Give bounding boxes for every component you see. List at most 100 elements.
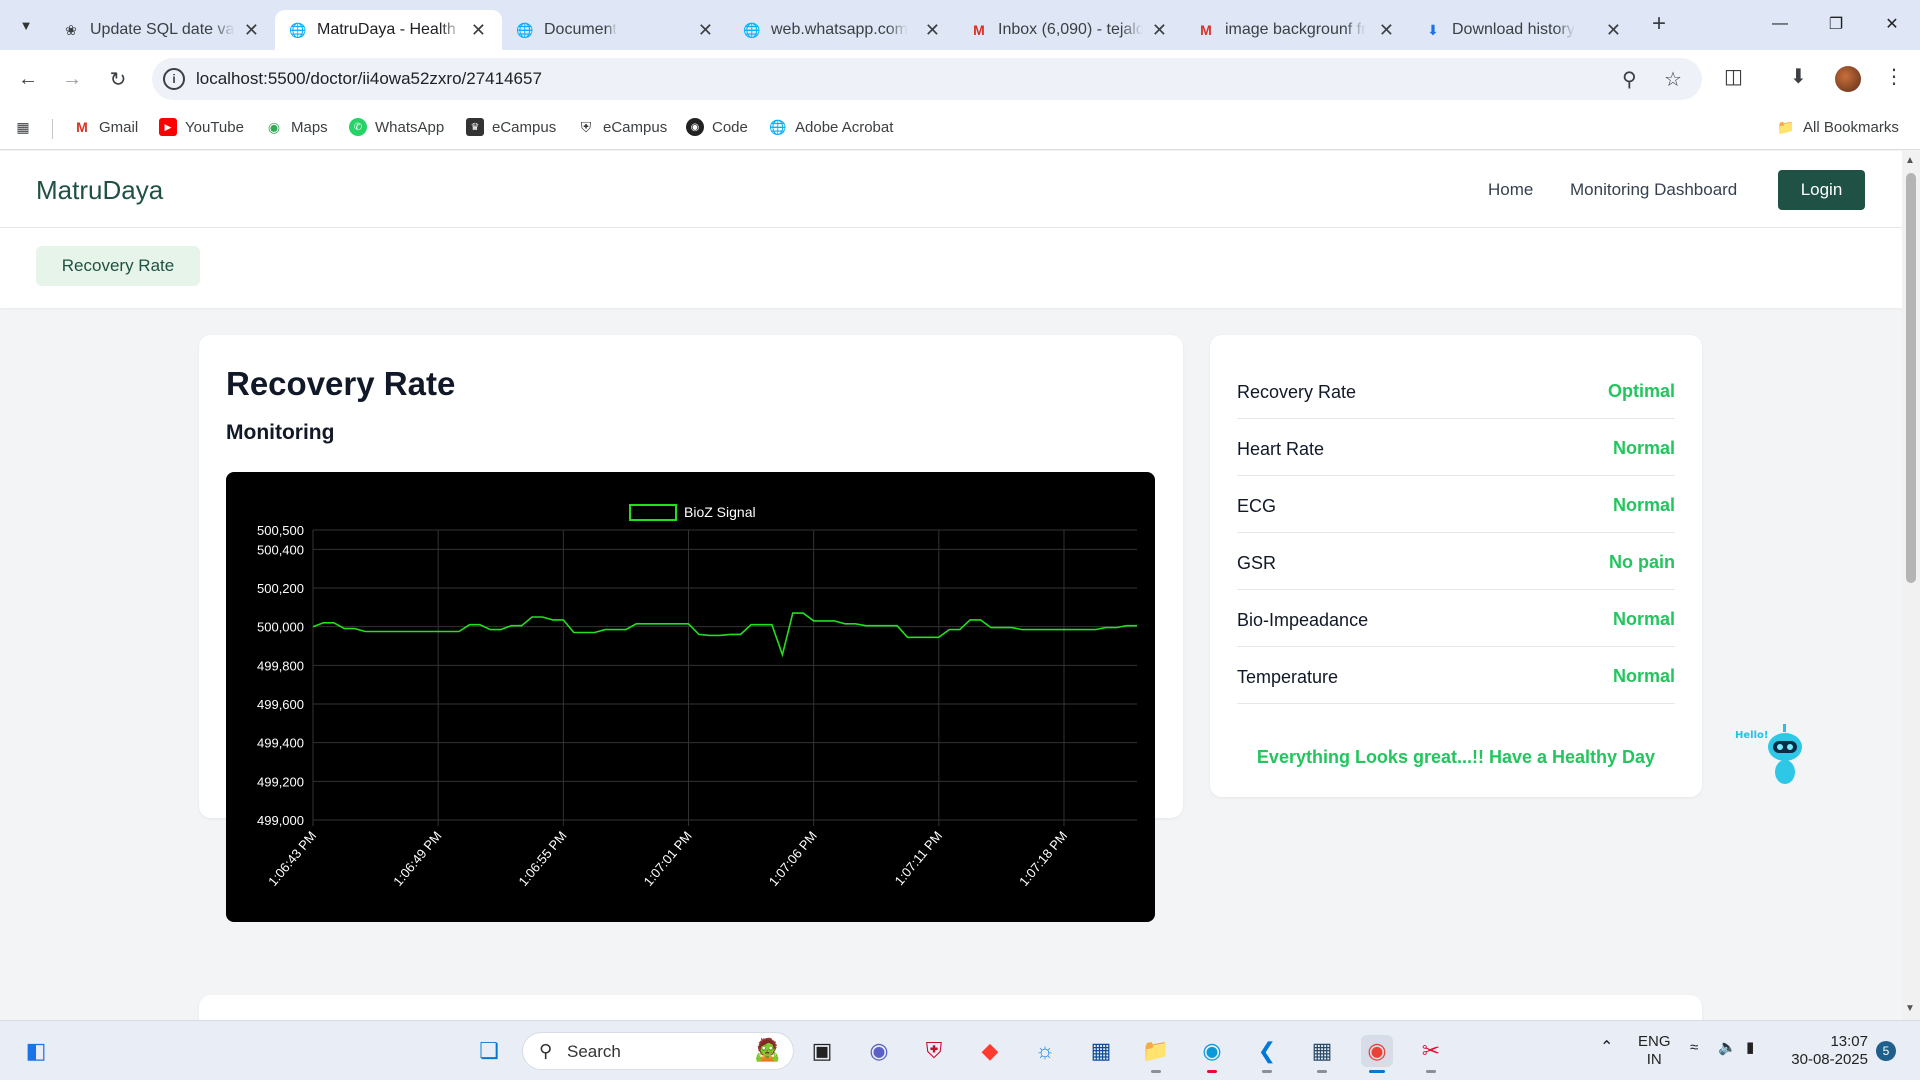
card-subtitle: Monitoring [226,421,335,444]
nav-home[interactable]: Home [1488,180,1533,200]
address-bar[interactable]: i localhost:5500/doctor/ii4owa52zxro/274… [152,58,1702,100]
tray-overflow-icon[interactable]: ⌃ [1600,1039,1613,1057]
x-tick-label: 1:06:55 PM [515,828,569,889]
wifi-icon[interactable]: ≈ [1690,1039,1698,1057]
bookmark-code[interactable]: ◉ Code [686,118,748,136]
bookmark-ecampus-1[interactable]: ♛ eCampus [466,118,556,136]
status-value: No pain [1609,552,1675,572]
y-tick-label: 500,500 [257,523,304,538]
divider [52,119,53,139]
bookmark-ecampus-2[interactable]: ⛨ eCampus [577,118,667,136]
site-navbar: MatruDaya Home Monitoring Dashboard Logi… [0,151,1902,228]
download-icon[interactable]: ⬇ [1790,64,1807,89]
tab-matrudaya[interactable]: 🌐 MatruDaya - Health D ✕ [275,10,502,50]
bookmark-gmail[interactable]: M Gmail [73,118,138,136]
bookmark-label: YouTube [185,118,244,136]
close-window-icon[interactable]: ✕ [1864,6,1920,42]
teams-icon[interactable]: ◉ [863,1035,895,1067]
brand-logo[interactable]: MatruDaya [36,175,163,206]
mcafee-icon[interactable]: ⛨ [918,1035,950,1067]
all-bookmarks[interactable]: 📁 All Bookmarks [1777,118,1899,136]
restore-icon[interactable]: ❐ [1808,6,1864,42]
apps-grid-icon[interactable]: ▦ [14,118,32,136]
vscode-icon[interactable]: ❮ [1251,1035,1283,1073]
bookmark-maps[interactable]: ◉ Maps [265,118,328,136]
chatbot-widget[interactable]: Hello! [1733,722,1813,792]
url-text[interactable]: localhost:5500/doctor/ii4owa52zxro/27414… [196,69,542,89]
status-row-temperature: Temperature Normal [1237,647,1675,704]
bioz-chart: 499,000 499,200 499,400 499,600 499,800 500,0… [226,472,1155,922]
page-scrollbar[interactable]: ▲ ▼ [1902,151,1920,1020]
close-icon[interactable]: ✕ [244,20,259,41]
gmail-icon: M [76,119,88,135]
snipping-tool-icon[interactable]: ✂ [1415,1035,1447,1073]
weather-icon[interactable]: ☼ [1029,1035,1061,1067]
tab-image-background[interactable]: M image backgrounf fr ✕ [1183,10,1410,50]
lang-top: ENG [1638,1033,1671,1050]
forward-icon[interactable]: → [57,64,87,94]
bookmark-whatsapp[interactable]: ✆ WhatsApp [349,118,444,136]
tab-search-menu-icon[interactable]: ▼ [12,11,40,39]
edge-icon[interactable]: ◉ [1196,1035,1228,1073]
store-icon[interactable]: ▦ [1085,1035,1117,1067]
tab-title: web.whatsapp.com [771,21,908,38]
tab-title: Update SQL date valu [90,21,235,38]
volume-icon[interactable]: 🔈 [1718,1039,1737,1057]
folder-icon: 📁 [1777,118,1795,135]
back-icon[interactable]: ← [13,64,43,94]
start-icon[interactable]: ❏ [473,1035,505,1067]
profile-avatar[interactable] [1835,66,1861,92]
site-info-icon[interactable]: i [163,68,185,90]
nav-monitoring-dashboard[interactable]: Monitoring Dashboard [1570,180,1737,200]
task-view-icon[interactable]: ▣ [806,1035,838,1067]
app-diamond-icon[interactable]: ◆ [974,1035,1006,1067]
close-icon[interactable]: ✕ [471,20,486,41]
close-icon[interactable]: ✕ [1379,20,1394,41]
clock[interactable]: 13:07 30-08-2025 [1786,1033,1868,1069]
status-label: Temperature [1237,667,1339,687]
chrome-icon[interactable]: ◉ [1361,1035,1393,1073]
globe-icon: 🌐 [769,118,787,135]
bookmark-adobe[interactable]: 🌐 Adobe Acrobat [769,118,893,136]
scroll-thumb[interactable] [1906,173,1916,583]
language-indicator[interactable]: ENG IN [1638,1033,1671,1069]
y-tick-label: 499,800 [257,658,304,673]
taskbar-search[interactable]: ⚲ Search 🧟 [522,1032,794,1070]
tab-inbox[interactable]: M Inbox (6,090) - tejald ✕ [956,10,1183,50]
tab-whatsapp[interactable]: 🌐 web.whatsapp.com ✕ [729,10,956,50]
recovery-rate-tab[interactable]: Recovery Rate [36,246,200,286]
tab-update-sql[interactable]: ❀ Update SQL date valu ✕ [48,10,275,50]
reload-icon[interactable]: ↻ [103,64,133,94]
status-label: Recovery Rate [1237,382,1357,402]
battery-icon[interactable]: ▮ [1746,1039,1754,1057]
scroll-up-icon[interactable]: ▲ [1905,155,1915,166]
zoom-icon[interactable]: ⚲ [1622,67,1637,92]
close-icon[interactable]: ✕ [698,20,713,41]
tab-document[interactable]: 🌐 Document ✕ [502,10,729,50]
tab-title: MatruDaya - Health D [317,21,462,38]
y-tick-label: 499,600 [257,697,304,712]
close-icon[interactable]: ✕ [1152,20,1167,41]
openai-icon: ❀ [65,21,77,38]
scroll-down-icon[interactable]: ▼ [1905,1003,1915,1014]
notification-badge[interactable]: 5 [1876,1041,1896,1061]
tab-title: image backgrounf fr [1225,21,1367,38]
extensions-icon[interactable]: ◫ [1724,64,1743,89]
widgets-icon[interactable]: ◧ [20,1035,52,1067]
x-tick-label: 1:07:18 PM [1016,828,1070,889]
menu-dots-icon[interactable]: ⋮ [1884,64,1904,89]
close-icon[interactable]: ✕ [1606,20,1621,41]
login-button[interactable]: Login [1778,170,1865,210]
close-icon[interactable]: ✕ [925,20,940,41]
bookmark-star-icon[interactable]: ☆ [1664,67,1682,92]
status-value: Normal [1612,495,1675,515]
minimize-icon[interactable]: — [1752,6,1808,42]
bookmark-youtube[interactable]: ▶ YouTube [159,118,244,136]
globe-icon: 🌐 [516,21,534,38]
monitoring-card: Recovery Rate Monitoring 499,000 499,200 4… [199,335,1183,922]
github-icon: ◉ [686,118,704,136]
new-tab-icon[interactable]: + [1652,10,1666,38]
workbench-icon[interactable]: ▦ [1306,1035,1338,1073]
tab-download-history[interactable]: ⬇ Download history ✕ [1410,10,1637,50]
file-explorer-icon[interactable]: 📁 [1140,1035,1172,1073]
